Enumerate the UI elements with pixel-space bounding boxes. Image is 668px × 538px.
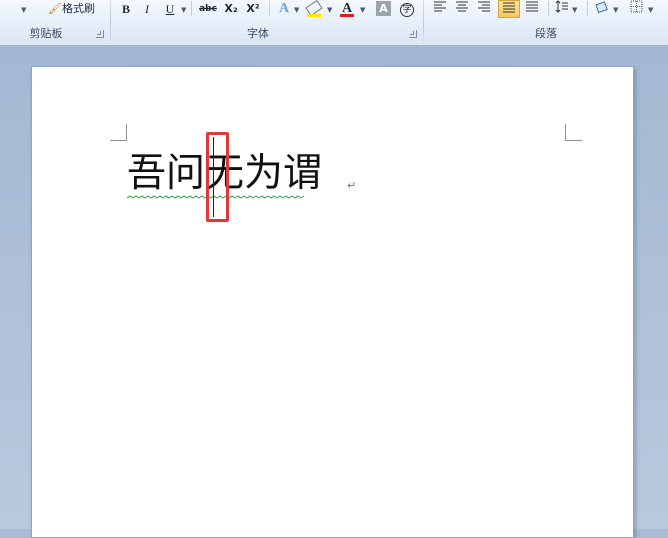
- italic-button[interactable]: I: [141, 0, 153, 18]
- paintbrush-icon: 🖌: [48, 2, 62, 15]
- borders-icon[interactable]: [628, 0, 644, 18]
- shading-icon[interactable]: [594, 0, 610, 18]
- document-page[interactable]: 吾问无为谓 ↵: [31, 66, 634, 538]
- margin-corner-top-right: [565, 124, 582, 141]
- char-shading-button[interactable]: A: [376, 1, 391, 16]
- borders-dropdown-arrow[interactable]: ▼: [648, 6, 653, 14]
- cursor-highlight-box: [206, 132, 229, 222]
- format-painter-label: 格式刷: [61, 2, 95, 15]
- toolbar-separator: [548, 1, 549, 16]
- toolbar-separator: [269, 1, 270, 16]
- toolbar-separator: [587, 1, 588, 16]
- ribbon: ▼ 🖌格式刷 剪贴板 B I U ▼ abc X₂ X² A ▼ ▼ A ▼ A…: [0, 0, 668, 46]
- font-color-bar: [340, 14, 354, 17]
- highlighter-icon[interactable]: [305, 0, 323, 18]
- paragraph-mark: ↵: [347, 179, 357, 192]
- clipboard-launcher-icon[interactable]: [96, 30, 104, 38]
- toolbar-separator: [191, 1, 192, 16]
- margin-corner-top-left: [110, 124, 127, 141]
- subscript-button[interactable]: X₂: [222, 0, 240, 18]
- font-launcher-icon[interactable]: [409, 30, 417, 38]
- strikethrough-button[interactable]: abc: [197, 0, 219, 18]
- text-effects-icon[interactable]: A: [276, 0, 292, 18]
- enclose-char-icon[interactable]: 字: [399, 0, 415, 18]
- align-right-icon[interactable]: [476, 0, 492, 18]
- paste-dropdown-arrow[interactable]: ▼: [21, 6, 26, 14]
- paragraph-group: ▼ ▼ ▼ 段落: [424, 0, 668, 45]
- line-spacing-icon[interactable]: [554, 0, 570, 18]
- bold-button[interactable]: B: [119, 0, 133, 18]
- distribute-icon[interactable]: [524, 0, 540, 18]
- font-color-dropdown-arrow[interactable]: ▼: [360, 6, 365, 14]
- align-left-icon[interactable]: [432, 0, 448, 18]
- align-center-icon[interactable]: [454, 0, 470, 18]
- justify-button[interactable]: [498, 0, 520, 18]
- paragraph-group-label: 段落: [535, 27, 557, 40]
- highlighter-dropdown-arrow[interactable]: ▼: [327, 6, 332, 14]
- shading-dropdown-arrow[interactable]: ▼: [613, 6, 618, 14]
- font-group-label: 字体: [247, 27, 269, 40]
- format-painter-button[interactable]: 🖌格式刷: [48, 0, 106, 18]
- clipboard-group-label: 剪贴板: [29, 27, 63, 40]
- font-group: B I U ▼ abc X₂ X² A ▼ ▼ A ▼ A 字 字体: [111, 0, 423, 45]
- text-effects-dropdown-arrow[interactable]: ▼: [294, 6, 299, 14]
- clipboard-group: ▼ 🖌格式刷 剪贴板: [0, 0, 110, 45]
- underline-dropdown-arrow[interactable]: ▼: [181, 6, 186, 14]
- underline-button[interactable]: U: [163, 0, 177, 18]
- superscript-button[interactable]: X²: [244, 0, 262, 18]
- line-spacing-dropdown-arrow[interactable]: ▼: [572, 6, 577, 14]
